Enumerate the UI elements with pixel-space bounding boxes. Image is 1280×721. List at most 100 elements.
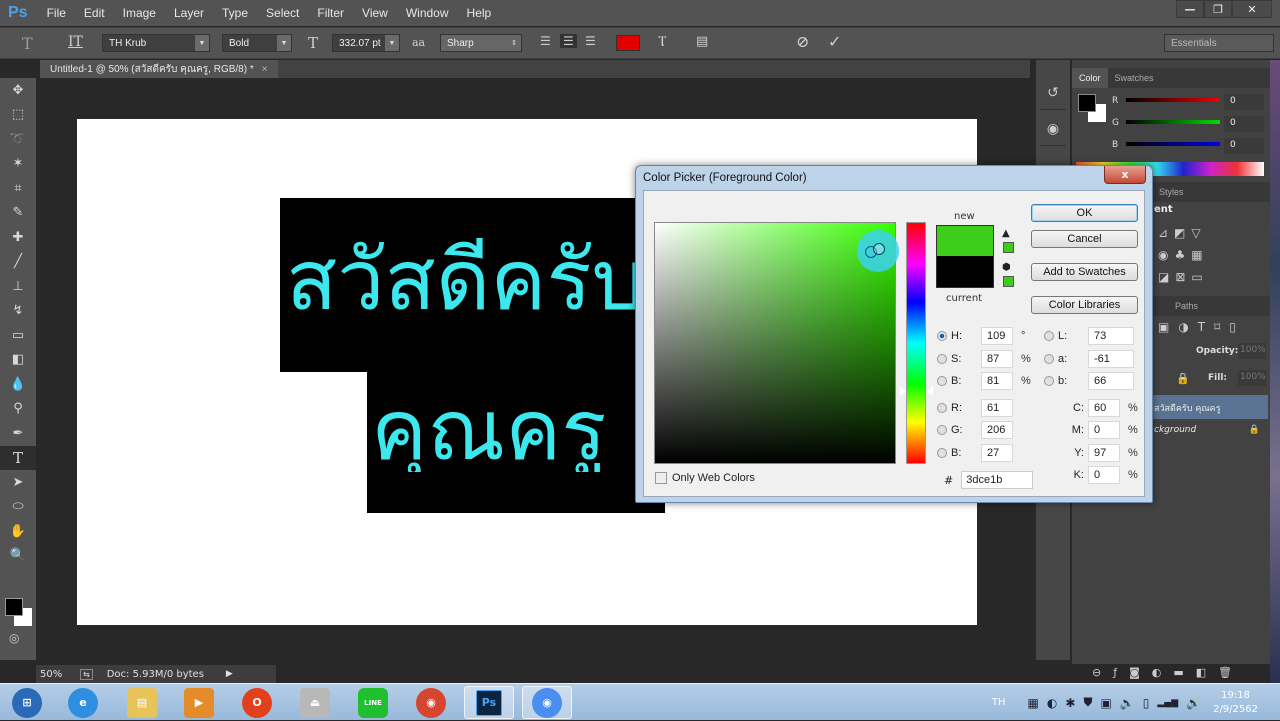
channel-r-slider[interactable] xyxy=(1126,98,1220,102)
font-size-field[interactable]: 332.07 pt ▼ xyxy=(332,34,400,52)
menu-help[interactable]: Help xyxy=(458,6,501,20)
radio-lab-l[interactable] xyxy=(1044,331,1054,341)
input-lab-l[interactable]: 73 xyxy=(1088,327,1134,345)
taskbar-app-chrome[interactable]: ◉ xyxy=(522,686,572,719)
add-to-swatches-button[interactable]: Add to Swatches xyxy=(1031,263,1138,281)
tab-color[interactable]: Color xyxy=(1072,68,1108,88)
font-family-select[interactable]: TH Krub ▼ xyxy=(102,34,210,52)
input-black[interactable]: 0 xyxy=(1088,466,1120,484)
tool-clone-stamp[interactable]: ⊥ xyxy=(0,274,36,299)
input-cyan[interactable]: 60 xyxy=(1088,399,1120,417)
security-shield-icon[interactable]: ⛊ xyxy=(1083,695,1092,710)
tool-move[interactable]: ✥ xyxy=(0,78,36,103)
input-brightness[interactable]: 81 xyxy=(981,372,1013,390)
taskbar-app-line[interactable]: LINE xyxy=(348,686,398,719)
align-left-icon[interactable]: ☰ xyxy=(540,34,551,48)
input-saturation[interactable]: 87 xyxy=(981,350,1013,368)
channel-g-slider[interactable] xyxy=(1126,120,1220,124)
text-line-1[interactable]: สวัสดีครับ xyxy=(286,238,640,322)
taskbar-app-office[interactable]: O xyxy=(232,686,282,719)
bluetooth-icon[interactable]: ✱ xyxy=(1065,696,1075,710)
restore-button[interactable]: ❐ xyxy=(1204,0,1232,18)
foreground-color-chip[interactable] xyxy=(1078,94,1096,112)
menu-view[interactable]: View xyxy=(353,6,397,20)
input-red[interactable]: 61 xyxy=(981,399,1013,417)
tool-lasso[interactable]: ➰ xyxy=(0,127,36,152)
tool-brush[interactable]: ╱ xyxy=(0,250,36,275)
menu-window[interactable]: Window xyxy=(397,6,458,20)
type-tool-icon[interactable]: T xyxy=(22,34,33,53)
commit-icon[interactable]: ✓ xyxy=(828,32,841,51)
tool-history-brush[interactable]: ↯ xyxy=(0,299,36,324)
tab-paths[interactable]: Paths xyxy=(1168,296,1205,316)
quick-mask-icon[interactable]: ◎ xyxy=(9,631,19,645)
tool-dodge[interactable]: ⚲ xyxy=(0,397,36,422)
foreground-color-box[interactable] xyxy=(5,598,23,616)
menu-type[interactable]: Type xyxy=(213,6,257,20)
channel-b-value[interactable]: 0 xyxy=(1224,138,1264,154)
layer-row-text[interactable]: สวัสดีครับ คุณครู xyxy=(1152,395,1268,419)
layer-row-background[interactable]: ckground 🔒 xyxy=(1152,420,1268,442)
signal-icon[interactable]: ▂▄▆ xyxy=(1157,698,1178,708)
web-safe-cube-icon[interactable]: ⬢ xyxy=(1002,262,1011,273)
warp-text-icon[interactable]: Ⲧ xyxy=(658,34,667,50)
web-safe-color-swatch[interactable] xyxy=(1003,276,1014,287)
taskbar-app-file-explorer[interactable]: ▤ xyxy=(117,686,167,719)
input-yellow[interactable]: 97 xyxy=(1088,444,1120,462)
radio-saturation[interactable] xyxy=(937,354,947,364)
tool-magic-wand[interactable]: ✶ xyxy=(0,152,36,177)
tool-marquee[interactable]: ⬚ xyxy=(0,103,36,128)
current-color-swatch[interactable] xyxy=(936,256,994,288)
zoom-level[interactable]: 50% xyxy=(40,669,80,680)
gamut-color-swatch[interactable] xyxy=(1003,242,1014,253)
tool-ellipse[interactable]: ⬭ xyxy=(0,495,36,520)
radio-green[interactable] xyxy=(937,425,947,435)
history-panel-icon[interactable]: ↺ xyxy=(1040,76,1066,110)
radio-lab-a[interactable] xyxy=(1044,354,1054,364)
radio-brightness[interactable] xyxy=(937,376,947,386)
close-button[interactable]: ✕ xyxy=(1232,0,1272,18)
out-of-gamut-warning-icon[interactable]: ▲ xyxy=(1002,228,1010,239)
tool-hand[interactable]: ✋ xyxy=(0,519,36,544)
layer-filter-icons[interactable]: ▣◑T⌑▯ xyxy=(1158,320,1268,334)
only-web-colors-checkbox[interactable] xyxy=(655,472,667,484)
network-display-icon[interactable]: ▣ xyxy=(1100,696,1111,710)
input-green[interactable]: 206 xyxy=(981,421,1013,439)
tab-styles[interactable]: Styles xyxy=(1152,182,1191,202)
opacity-field[interactable]: 100% xyxy=(1238,343,1266,359)
channel-r-value[interactable]: 0 xyxy=(1224,94,1264,110)
tool-path-selection[interactable]: ➤ xyxy=(0,470,36,495)
radio-red[interactable] xyxy=(937,403,947,413)
tool-eyedropper[interactable]: ✎ xyxy=(0,201,36,226)
layers-footer-icons[interactable]: ⊖ƒ◙◐▬◧🗑 xyxy=(1092,666,1272,679)
tray-icon-torrent[interactable]: ◐ xyxy=(1047,696,1057,710)
input-blue[interactable]: 27 xyxy=(981,444,1013,462)
text-orientation-icon[interactable]: IT xyxy=(68,34,83,50)
align-center-icon[interactable]: ☰ xyxy=(560,34,577,48)
taskbar-app-chrome-beta[interactable]: ◉ xyxy=(406,686,456,719)
speaker-alert-icon[interactable]: 🔈 xyxy=(1120,696,1135,710)
properties-panel-icon[interactable]: ◉ xyxy=(1040,112,1066,146)
status-info-icon[interactable]: ⇆ xyxy=(80,668,93,680)
document-tab[interactable]: Untitled-1 @ 50% (สวัสดีครับ คุณครู, RGB… xyxy=(40,60,278,78)
volume-icon[interactable]: 🔊 xyxy=(1186,696,1201,710)
text-line-2[interactable]: คุณครู xyxy=(371,388,665,472)
tool-pen[interactable]: ✒ xyxy=(0,421,36,446)
menu-edit[interactable]: Edit xyxy=(75,6,114,20)
channel-b-slider[interactable] xyxy=(1126,142,1220,146)
tool-blur[interactable]: 💧 xyxy=(0,372,36,397)
cancel-icon[interactable]: ⊘ xyxy=(796,32,809,51)
fill-field[interactable]: 100% xyxy=(1238,370,1266,386)
menu-image[interactable]: Image xyxy=(114,6,165,20)
menu-select[interactable]: Select xyxy=(257,6,308,20)
tool-eraser[interactable]: ▭ xyxy=(0,323,36,348)
hue-slider-handle-left[interactable] xyxy=(900,386,906,397)
tool-paint-bucket[interactable]: ◧ xyxy=(0,348,36,373)
adjustment-icons-grid[interactable]: ⊿◩▽ ◉♣▦ ◪⊠▭ xyxy=(1158,222,1258,288)
hex-input[interactable]: 3dce1b xyxy=(961,471,1034,489)
power-plug-icon[interactable]: ▯ xyxy=(1143,696,1150,710)
tray-icon-media[interactable]: ▦ xyxy=(1028,696,1039,710)
taskbar-app-start[interactable]: ⊞ xyxy=(2,686,52,719)
menu-layer[interactable]: Layer xyxy=(165,6,213,20)
radio-lab-b[interactable] xyxy=(1044,376,1054,386)
